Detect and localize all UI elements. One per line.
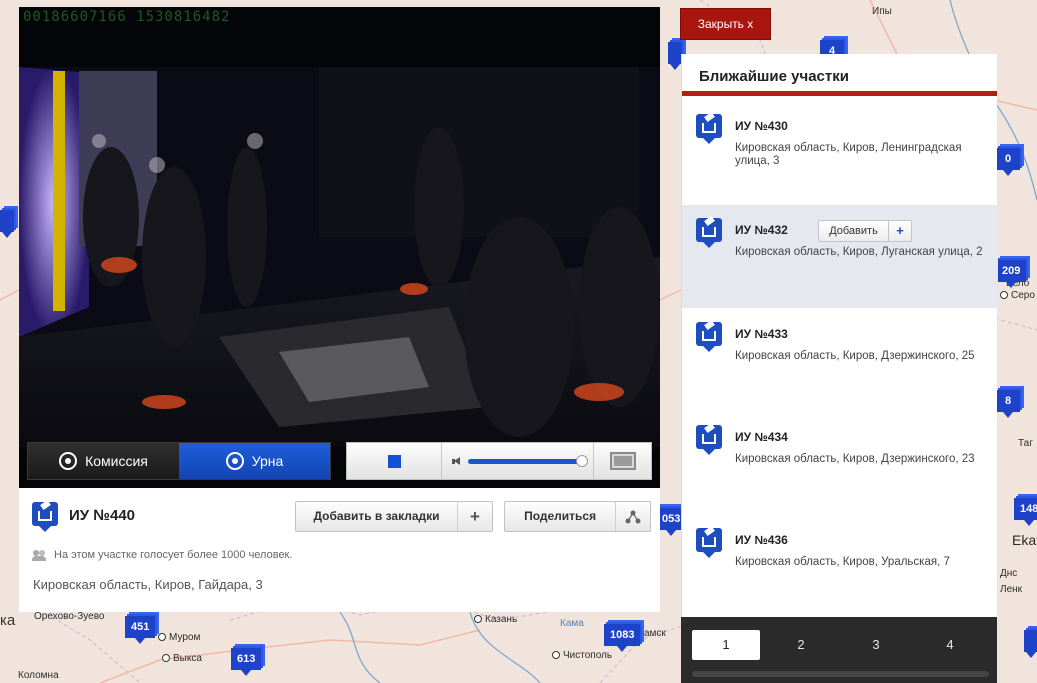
video-frame	[19, 7, 660, 488]
stop-button[interactable]	[347, 443, 442, 479]
station-list-item[interactable]: ИУ №436 Кировская область, Киров, Уральс…	[682, 515, 998, 618]
station-title: ИУ №440	[69, 507, 136, 524]
button-label: Добавить в закладки	[296, 502, 458, 531]
camera-eye-icon	[59, 452, 78, 470]
station-name: ИУ №434	[735, 430, 788, 444]
station-address: Кировская область, Киров, Дзержинского, …	[735, 453, 975, 465]
station-address: Кировская область, Киров, Гайдара, 3	[33, 577, 263, 592]
video-timestamp: 00186607166 1530816482	[23, 9, 231, 25]
map-cluster-marker[interactable]: 451	[125, 616, 156, 644]
map-cluster-marker[interactable]	[668, 42, 682, 70]
tab-label: Комиссия	[85, 453, 148, 469]
map-label: Ленк	[1000, 584, 1023, 595]
ballot-box-icon	[696, 114, 722, 144]
map-label: Казань	[474, 614, 517, 625]
ballot-box-icon	[696, 528, 722, 558]
map-label: амск	[644, 628, 666, 639]
map-label: ка	[0, 612, 16, 629]
panel-title: Ближайшие участки	[682, 54, 997, 96]
map-label: Серо	[1000, 290, 1035, 301]
map-label: Орехово-Зуево	[34, 611, 105, 622]
ballot-box-icon	[696, 322, 722, 352]
pagination-scrollbar[interactable]	[692, 671, 989, 677]
map-cluster-marker[interactable]: 1083	[604, 624, 641, 652]
station-address: Кировская область, Киров, Ленинградская …	[735, 142, 962, 167]
station-address: Кировская область, Киров, Дзержинского, …	[735, 350, 975, 362]
map-cluster-marker[interactable]: 148	[1014, 498, 1037, 526]
close-button[interactable]: Закрыть x	[680, 8, 771, 40]
station-name: ИУ №430	[735, 119, 788, 133]
plus-icon: +	[470, 506, 480, 526]
volume-slider[interactable]	[468, 454, 588, 467]
add-bookmark-button[interactable]: Добавить в закладки +	[295, 501, 493, 532]
map-label: Днс	[1000, 568, 1018, 579]
video-player[interactable]: 00186607166 1530816482 Комиссия Урна	[19, 7, 660, 488]
map-cluster-marker[interactable]: 0	[996, 148, 1020, 176]
map-cluster-marker[interactable]: 209	[996, 260, 1027, 288]
station-name: ИУ №436	[735, 533, 788, 547]
station-list-item[interactable]: ИУ №433 Кировская область, Киров, Дзержи…	[682, 309, 998, 412]
nearest-stations-panel: Ближайшие участки ИУ №430 Кировская обла…	[681, 54, 998, 624]
volume-knob[interactable]	[576, 454, 588, 467]
map-label: Муром	[158, 632, 200, 643]
page-4-button[interactable]: 4	[916, 630, 984, 660]
station-list-item[interactable]: ИУ №434 Кировская область, Киров, Дзержи…	[682, 412, 998, 515]
map-cluster-marker[interactable]	[1024, 630, 1037, 658]
volume-control	[442, 443, 594, 479]
voters-text: На этом участке голосует более 1000 чело…	[54, 549, 293, 561]
button-label: Поделиться	[505, 502, 617, 531]
ballot-box-icon	[696, 218, 722, 248]
camera-eye-icon	[225, 452, 244, 470]
station-address: Кировская область, Киров, Уральская, 7	[735, 556, 950, 568]
fullscreen-icon	[609, 452, 636, 470]
tab-label: Урна	[251, 453, 284, 469]
add-station-button[interactable]: Добавить +	[818, 220, 912, 242]
map-label: Кама	[560, 618, 584, 629]
stop-icon	[387, 454, 401, 468]
fullscreen-button[interactable]	[594, 443, 651, 479]
station-list-item[interactable]: ИУ №430 Кировская область, Киров, Ленинг…	[682, 101, 998, 204]
voters-note: На этом участке голосует более 1000 чело…	[32, 549, 293, 561]
map-label: Таг	[1018, 438, 1033, 449]
station-list-item[interactable]: ИУ №432 Добавить + Кировская область, Ки…	[682, 205, 998, 308]
map-cluster-marker[interactable]	[0, 210, 14, 238]
tab-commission-camera[interactable]: Комиссия	[28, 443, 179, 479]
share-button[interactable]: Поделиться	[504, 501, 651, 532]
station-address: Кировская область, Киров, Луганская улиц…	[735, 246, 983, 258]
map-label: Коломна	[18, 670, 59, 681]
station-name: ИУ №433	[735, 327, 788, 341]
page-2-button[interactable]: 2	[767, 630, 835, 660]
page-3-button[interactable]: 3	[842, 630, 910, 660]
station-name: ИУ №432	[735, 223, 788, 237]
map-label: Ипы	[872, 6, 892, 17]
camera-switch: Комиссия Урна	[27, 442, 331, 480]
ballot-box-icon	[696, 425, 722, 455]
speaker-icon[interactable]	[452, 456, 462, 466]
people-icon	[32, 550, 47, 561]
station-info-panel: ИУ №440 Добавить в закладки + Поделиться…	[19, 488, 660, 612]
map-label: Выкса	[162, 653, 202, 664]
pagination: 1 2 3 4	[681, 617, 997, 683]
page-1-button[interactable]: 1	[692, 630, 760, 660]
map-label: Ekat	[1012, 532, 1037, 548]
map-cluster-marker[interactable]: 613	[231, 648, 262, 676]
share-icon	[616, 502, 650, 531]
button-label: Добавить	[819, 221, 889, 241]
ballot-box-icon	[32, 502, 58, 532]
map-label: Чистополь	[552, 650, 612, 661]
player-controls	[346, 442, 652, 480]
plus-icon: +	[896, 223, 904, 238]
tab-ballot-box-camera[interactable]: Урна	[179, 443, 330, 479]
map-cluster-marker[interactable]: 8	[996, 390, 1020, 418]
